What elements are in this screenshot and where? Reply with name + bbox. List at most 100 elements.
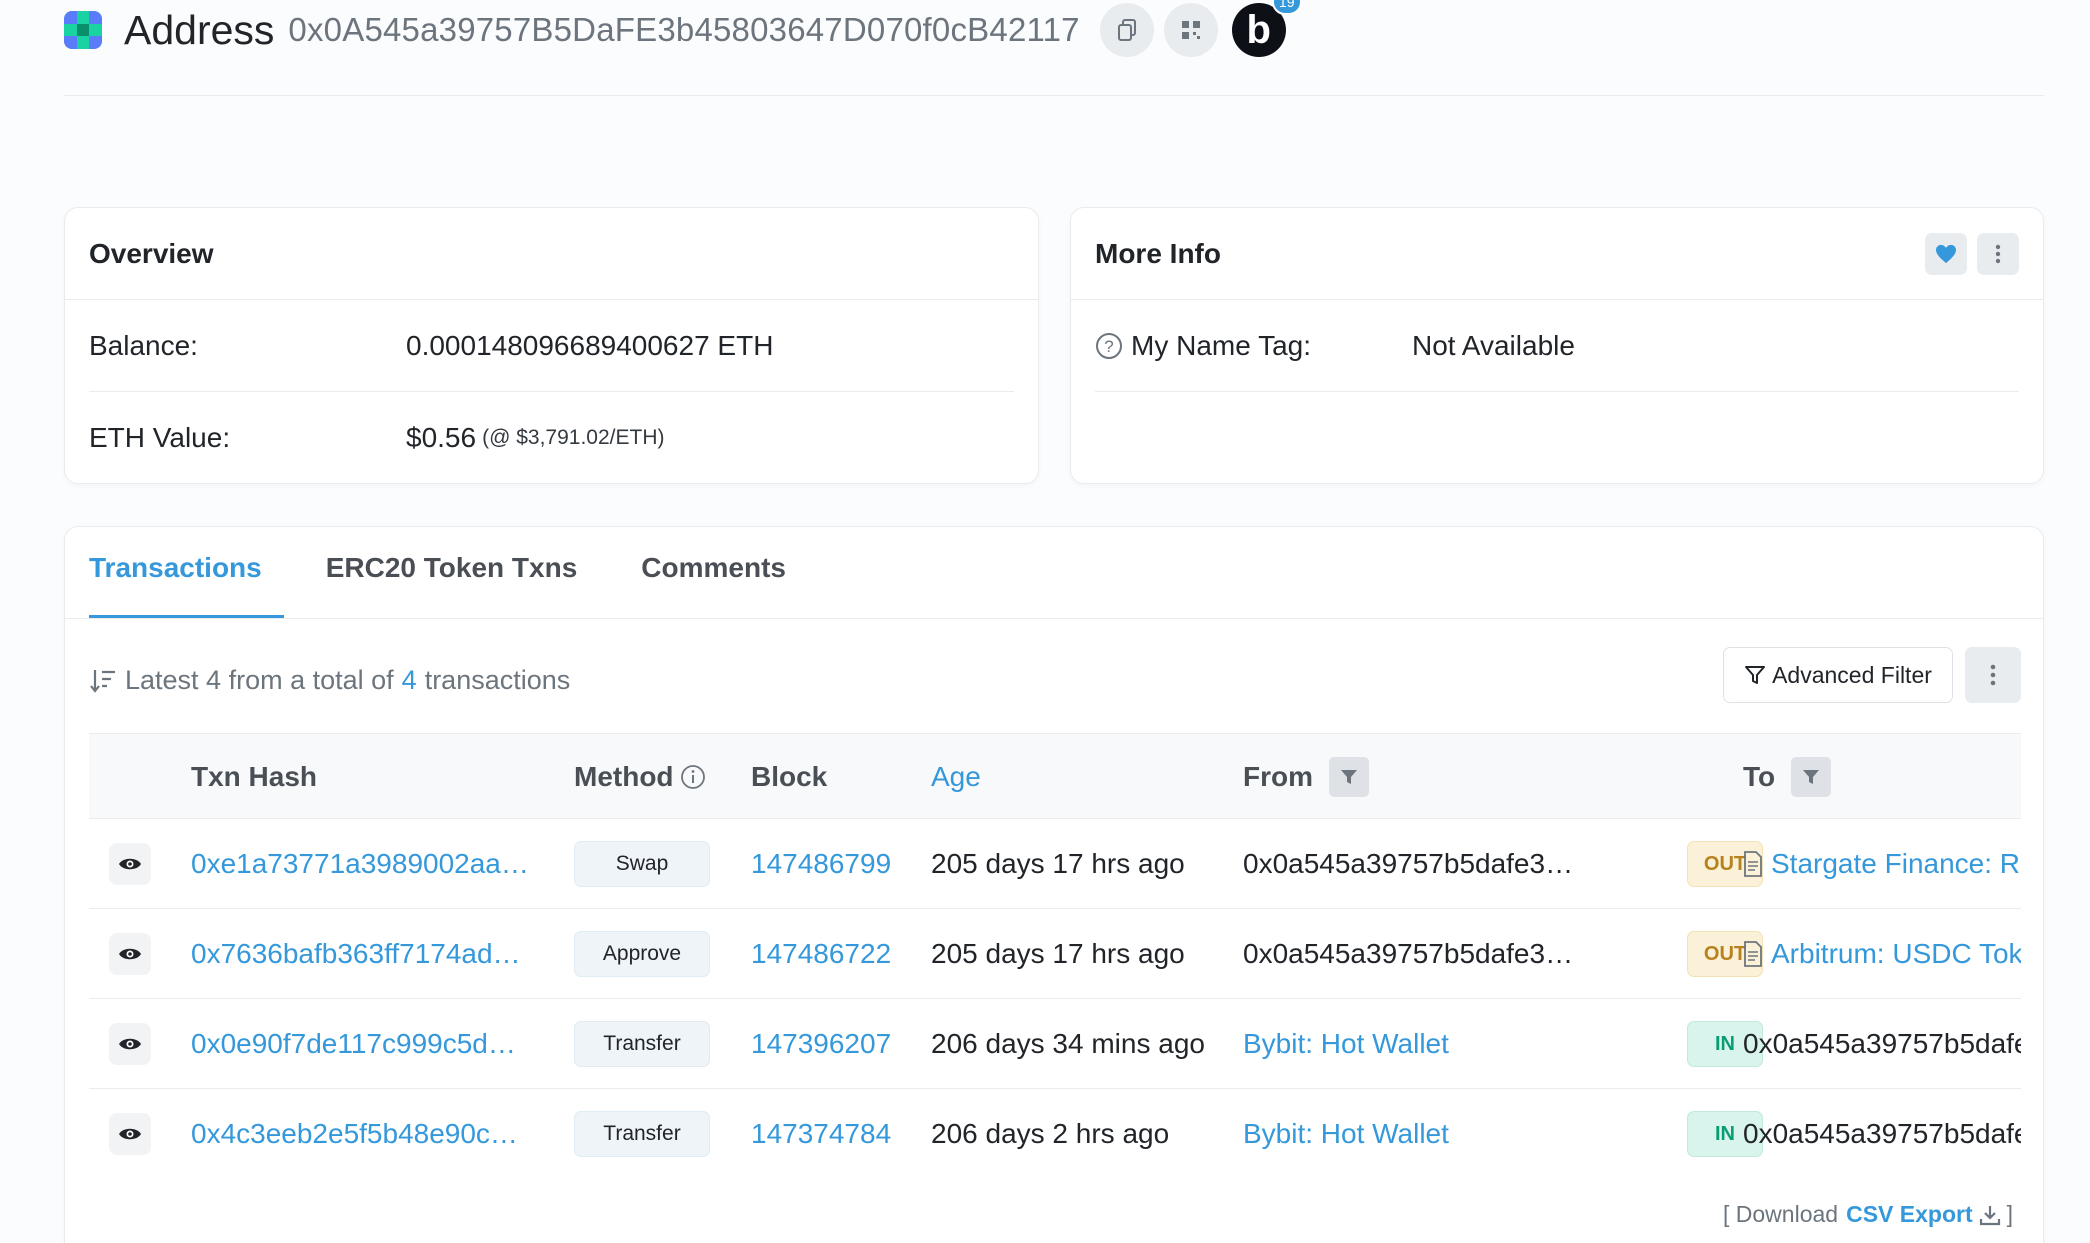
method-cell: Approve — [574, 909, 710, 999]
method-cell: Swap — [574, 819, 710, 909]
csv-close-bracket: ] — [2006, 1201, 2013, 1227]
col-age[interactable]: Age — [931, 734, 981, 820]
eth-value-row: ETH Value: $0.56 (@ $3,791.02/ETH) — [89, 392, 1014, 484]
tab-transactions[interactable]: Transactions — [89, 552, 284, 618]
eye-icon — [119, 948, 141, 960]
col-method-label: Method — [574, 761, 674, 792]
preview-button[interactable] — [109, 1023, 151, 1065]
eye-cell — [109, 909, 151, 999]
csv-open-bracket: [ Download — [1723, 1201, 1839, 1227]
method-badge: Approve — [574, 931, 710, 977]
svg-text:?: ? — [1104, 337, 1113, 356]
to-address[interactable]: 0x0a545a39757b5dafe — [1743, 999, 2021, 1089]
eye-icon — [119, 1128, 141, 1140]
method-cell: Transfer — [574, 1089, 710, 1179]
table-options-button[interactable] — [1965, 647, 2021, 703]
transactions-table: Txn Hash Method Block Age From To 0xe1a7… — [89, 733, 2021, 1179]
name-tag-row: ? My Name Tag: Not Available — [1095, 300, 2019, 392]
block-link[interactable]: 147396207 — [751, 999, 891, 1089]
csv-export-link[interactable]: CSV Export — [1846, 1201, 1973, 1228]
badge-count: 19 — [1271, 0, 1302, 15]
to-address-link[interactable]: Stargate Finance: R — [1771, 848, 2020, 880]
transactions-card: Transactions ERC20 Token Txns Comments L… — [64, 526, 2044, 1243]
method-cell: Transfer — [574, 999, 710, 1089]
more-info-header: More Info — [1071, 208, 2043, 300]
question-circle-icon[interactable]: ? — [1095, 332, 1123, 360]
contract-icon — [1743, 941, 1763, 967]
advanced-filter-button[interactable]: Advanced Filter — [1723, 647, 1953, 703]
from-address-link[interactable]: Bybit: Hot Wallet — [1243, 1089, 1583, 1179]
transactions-summary: Latest 4 from a total of 4 transactions — [89, 665, 570, 696]
age-cell: 205 days 17 hrs ago — [931, 848, 1185, 879]
col-block: Block — [751, 761, 828, 792]
txn-hash-link[interactable]: 0xe1a73771a3989002aa… — [191, 819, 536, 909]
eye-icon — [119, 1038, 141, 1050]
info-circle-icon[interactable] — [680, 764, 706, 790]
address-identicon-icon — [64, 11, 102, 49]
table-row: 0xe1a73771a3989002aa… Swap 147486799 205… — [89, 819, 2021, 909]
table-header: Txn Hash Method Block Age From To — [89, 733, 2021, 819]
summary-suffix: transactions — [424, 665, 571, 695]
to-address-link[interactable]: Arbitrum: USDC Tok — [1771, 938, 2021, 970]
tab-erc20-token-txns[interactable]: ERC20 Token Txns — [326, 552, 578, 618]
from-address-link[interactable]: Bybit: Hot Wallet — [1243, 999, 1583, 1089]
bybit-label-badge[interactable]: b 19 — [1231, 0, 1302, 57]
to-address[interactable]: 0x0a545a39757b5dafe — [1743, 1089, 2021, 1179]
age-cell: 205 days 17 hrs ago — [931, 938, 1185, 969]
to-filter-button[interactable] — [1791, 757, 1832, 797]
balance-value: 0.000148096689400627 ETH — [406, 329, 774, 361]
eth-value-label: ETH Value: — [89, 422, 231, 453]
table-row: 0x0e90f7de117c999c5d… Transfer 147396207… — [89, 999, 2021, 1089]
preview-button[interactable] — [109, 843, 151, 885]
sort-icon — [90, 669, 115, 693]
favorite-button[interactable] — [1925, 232, 1967, 275]
to-cell: Arbitrum: USDC Tok — [1743, 909, 2021, 999]
address-header-row: Address 0x0A545a39757B5DaFE3b45803647D07… — [64, 0, 1302, 60]
summary-count[interactable]: 4 — [402, 665, 417, 696]
summary-prefix: Latest 4 from a total of — [125, 665, 394, 695]
block-link[interactable]: 147374784 — [751, 1089, 891, 1179]
tab-bar: Transactions ERC20 Token Txns Comments — [65, 527, 2043, 619]
more-info-card: More Info ? My Name Tag: Not Available — [1070, 207, 2044, 484]
preview-button[interactable] — [109, 933, 151, 975]
heart-icon — [1936, 244, 1956, 263]
more-info-title: More Info — [1095, 237, 1221, 269]
qr-code-button[interactable] — [1163, 3, 1218, 57]
tab-comments[interactable]: Comments — [641, 552, 786, 618]
name-tag-value: Not Available — [1412, 329, 1575, 361]
download-icon[interactable] — [1979, 1204, 2001, 1226]
eye-cell — [109, 819, 151, 909]
col-txn-hash: Txn Hash — [191, 761, 318, 792]
vertical-dots-icon — [1990, 664, 1996, 686]
from-filter-button[interactable] — [1329, 757, 1369, 797]
balance-row: Balance: 0.000148096689400627 ETH — [89, 300, 1014, 392]
contract-icon — [1743, 851, 1763, 877]
txn-hash-link[interactable]: 0x4c3eeb2e5f5b48e90c… — [191, 1089, 536, 1179]
more-options-button[interactable] — [1977, 232, 2019, 275]
filter-icon — [1341, 770, 1357, 784]
from-address[interactable]: 0x0a545a39757b5dafe3… — [1243, 909, 1583, 999]
eye-icon — [119, 858, 141, 870]
method-badge: Swap — [574, 841, 710, 887]
from-address[interactable]: 0x0a545a39757b5dafe3… — [1243, 819, 1583, 909]
block-link[interactable]: 147486799 — [751, 819, 891, 909]
txn-hash-link[interactable]: 0x7636bafb363ff7174ad… — [191, 909, 536, 999]
csv-download: [ Download CSV Export ] — [1723, 1201, 2013, 1228]
preview-button[interactable] — [109, 1113, 151, 1155]
address-hash: 0x0A545a39757B5DaFE3b45803647D070f0cB421… — [288, 11, 1080, 48]
block-link[interactable]: 147486722 — [751, 909, 891, 999]
filter-icon — [1803, 770, 1820, 784]
eye-cell — [109, 999, 151, 1089]
age-cell: 206 days 34 mins ago — [931, 1028, 1205, 1059]
method-badge: Transfer — [574, 1111, 710, 1157]
vertical-dots-icon — [1995, 244, 2001, 263]
balance-label: Balance: — [89, 329, 198, 361]
eth-value: $0.56 — [406, 422, 477, 453]
overview-card: Overview Balance: 0.000148096689400627 E… — [64, 207, 1039, 484]
copy-address-button[interactable] — [1099, 3, 1154, 57]
col-to: To — [1743, 734, 1832, 820]
page-title: Address — [124, 6, 275, 53]
name-tag-label: My Name Tag: — [1131, 329, 1311, 361]
txn-hash-link[interactable]: 0x0e90f7de117c999c5d… — [191, 999, 536, 1089]
name-tag-label-wrap: ? My Name Tag: — [1095, 330, 1412, 362]
